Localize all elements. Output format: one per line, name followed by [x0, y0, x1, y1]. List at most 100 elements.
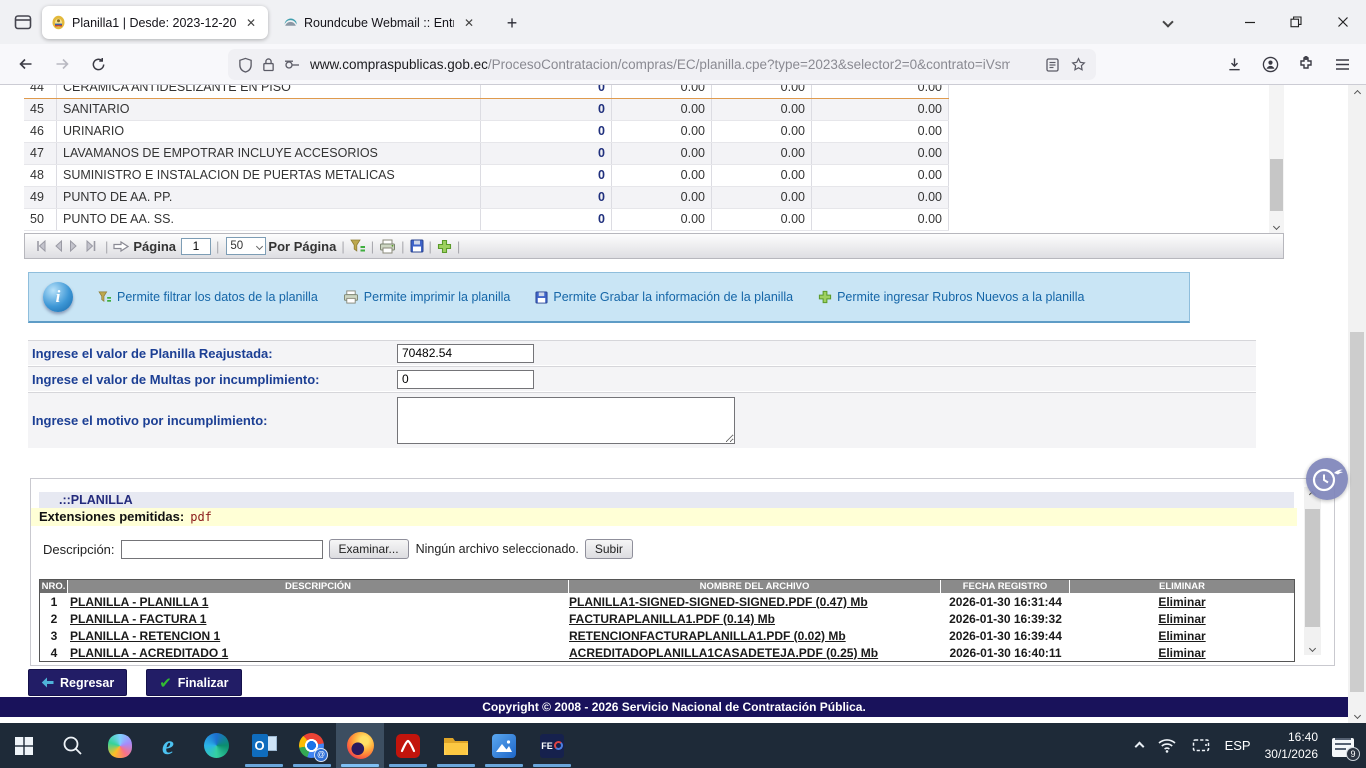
table-row[interactable]: 44 CERAMICA ANTIDESLIZANTE EN PISO 0 0.0…	[24, 85, 949, 99]
table-row[interactable]: 50 PUNTO DE AA. SS. 0 0.00 0.00 0.00	[24, 209, 949, 231]
main-scrollbar[interactable]	[1348, 85, 1366, 723]
frame-scrollbar[interactable]	[1304, 487, 1321, 655]
table-row[interactable]: 47 LAVAMANOS DE EMPOTRAR INCLUYE ACCESOR…	[24, 143, 949, 165]
file-description-link[interactable]: PLANILLA - RETENCION 1	[70, 629, 220, 643]
add-rubro-icon[interactable]	[437, 239, 452, 254]
filter-icon[interactable]	[350, 239, 366, 253]
print-icon[interactable]	[379, 239, 396, 254]
tray-chevron-icon[interactable]	[1136, 737, 1143, 755]
table-scrollbar[interactable]	[1269, 85, 1284, 233]
next-page-button[interactable]	[69, 240, 79, 252]
reload-button[interactable]	[82, 49, 114, 79]
examinar-button[interactable]: Examinar...	[329, 539, 409, 559]
account-button[interactable]	[1254, 49, 1286, 79]
floating-clock-widget[interactable]	[1306, 458, 1348, 500]
file-description-link[interactable]: PLANILLA - FACTURA 1	[70, 612, 206, 626]
form-row-multas: Ingrese el valor de Multas por incumplim…	[28, 366, 1256, 391]
url-text[interactable]: www.compraspublicas.gob.ec/ProcesoContra…	[310, 57, 1010, 72]
file-explorer-icon[interactable]	[432, 723, 480, 768]
main-scrollbar-thumb[interactable]	[1350, 332, 1364, 692]
delete-link[interactable]: Eliminar	[1158, 612, 1205, 626]
file-name-link[interactable]: FACTURAPLANILLA1.PDF (0.14) Mb	[569, 612, 775, 626]
chrome-icon[interactable]: @	[288, 723, 336, 768]
file-description: PLANILLA - PLANILLA 1	[68, 595, 569, 609]
edge-icon[interactable]	[192, 723, 240, 768]
motivo-textarea[interactable]	[397, 397, 735, 444]
table-row[interactable]: 49 PUNTO DE AA. PP. 0 0.00 0.00 0.00	[24, 187, 949, 209]
restore-button[interactable]	[1273, 0, 1319, 43]
chrome-logo: @	[299, 733, 325, 759]
minimize-icon	[1244, 16, 1256, 28]
back-button[interactable]	[10, 49, 42, 79]
file-name-link[interactable]: RETENCIONFACTURAPLANILLA1.PDF (0.02) Mb	[569, 629, 846, 643]
cast-icon[interactable]	[1191, 738, 1211, 754]
scroll-down-arrow-icon[interactable]	[1348, 707, 1366, 723]
minimize-button[interactable]	[1227, 0, 1273, 43]
regresar-button[interactable]: Regresar	[28, 669, 127, 696]
files-table-header: NRO. DESCRIPCIÓN NOMBRE DEL ARCHIVO FECH…	[40, 580, 1294, 593]
shield-icon[interactable]	[238, 57, 253, 73]
firefox-icon[interactable]	[336, 723, 384, 768]
first-page-button[interactable]	[34, 240, 47, 252]
internet-explorer-icon[interactable]: e	[144, 723, 192, 768]
permissions-icon[interactable]	[284, 60, 300, 70]
wifi-icon[interactable]	[1157, 738, 1177, 753]
file-name-link[interactable]: ACREDITADOPLANILLA1CASADETEJA.PDF (0.25)…	[569, 646, 878, 660]
forward-button[interactable]	[46, 49, 78, 79]
go-to-page-icon[interactable]	[113, 240, 129, 253]
per-page-select[interactable]: 50	[226, 237, 266, 255]
firefox-view-button[interactable]	[8, 8, 38, 36]
page-input[interactable]	[181, 238, 211, 255]
subir-button[interactable]: Subir	[585, 539, 633, 559]
reader-mode-icon[interactable]	[1046, 58, 1059, 72]
frame-scrollbar-thumb[interactable]	[1305, 509, 1320, 627]
new-tab-button[interactable]: +	[498, 9, 526, 37]
table-row[interactable]: 48 SUMINISTRO E INSTALACION DE PUERTAS M…	[24, 165, 949, 187]
descripcion-input[interactable]	[121, 540, 323, 559]
tab-close-icon[interactable]: ✕	[461, 16, 477, 30]
delete-link[interactable]: Eliminar	[1158, 595, 1205, 609]
bookmark-star-icon[interactable]	[1071, 57, 1086, 72]
search-button[interactable]	[48, 723, 96, 768]
planilla-reajustada-input[interactable]	[397, 344, 534, 363]
prev-page-button[interactable]	[53, 240, 63, 252]
file-description-link[interactable]: PLANILLA - ACREDITADO 1	[70, 646, 228, 660]
browser-tab-planilla[interactable]: Planilla1 | Desde: 2023-12-20 | H ✕	[42, 6, 268, 39]
lock-icon[interactable]	[262, 57, 275, 72]
clock[interactable]: 16:40 30/1/2026	[1265, 729, 1318, 761]
file-name-link[interactable]: PLANILLA1-SIGNED-SIGNED-SIGNED.PDF (0.47…	[569, 595, 868, 609]
table-scrollbar-thumb[interactable]	[1270, 159, 1283, 211]
start-button[interactable]	[0, 723, 48, 768]
photos-logo	[492, 734, 516, 758]
language-indicator[interactable]: ESP	[1225, 738, 1251, 753]
add-rubro-icon	[818, 290, 832, 304]
copilot-icon[interactable]	[96, 723, 144, 768]
file-date: 2026-01-30 16:31:44	[941, 595, 1070, 609]
photos-icon[interactable]	[480, 723, 528, 768]
browser-tab-roundcube[interactable]: Roundcube Webmail :: Entrada ✕	[274, 6, 486, 39]
table-row[interactable]: 45 SANITARIO 0 0.00 0.00 0.00	[24, 99, 949, 121]
multas-input[interactable]	[397, 370, 534, 389]
acrobat-icon[interactable]	[384, 723, 432, 768]
url-bar[interactable]: www.compraspublicas.gob.ec/ProcesoContra…	[228, 49, 1096, 80]
finalizar-button[interactable]: ✔ Finalizar	[146, 669, 241, 696]
last-page-button[interactable]	[85, 240, 98, 252]
extensions-button[interactable]	[1290, 49, 1322, 79]
scroll-up-arrow-icon[interactable]	[1348, 85, 1366, 101]
menu-button[interactable]	[1326, 49, 1358, 79]
outlook-icon[interactable]: O	[240, 723, 288, 768]
tab-close-icon[interactable]: ✕	[243, 16, 259, 30]
file-description-link[interactable]: PLANILLA - PLANILLA 1	[70, 595, 208, 609]
close-window-button[interactable]	[1319, 0, 1366, 43]
downloads-button[interactable]	[1218, 49, 1250, 79]
tab-list-button[interactable]	[1150, 0, 1186, 43]
scroll-down-arrow-icon[interactable]	[1304, 641, 1321, 655]
notifications-button[interactable]: 9	[1332, 735, 1356, 757]
delete-link[interactable]: Eliminar	[1158, 646, 1205, 660]
delete-link[interactable]: Eliminar	[1158, 629, 1205, 643]
save-icon[interactable]	[410, 239, 424, 253]
scroll-down-arrow-icon[interactable]	[1269, 219, 1284, 233]
fes-app-icon[interactable]: FE	[528, 723, 576, 768]
file-date: 2026-01-30 16:39:44	[941, 629, 1070, 643]
table-row[interactable]: 46 URINARIO 0 0.00 0.00 0.00	[24, 121, 949, 143]
